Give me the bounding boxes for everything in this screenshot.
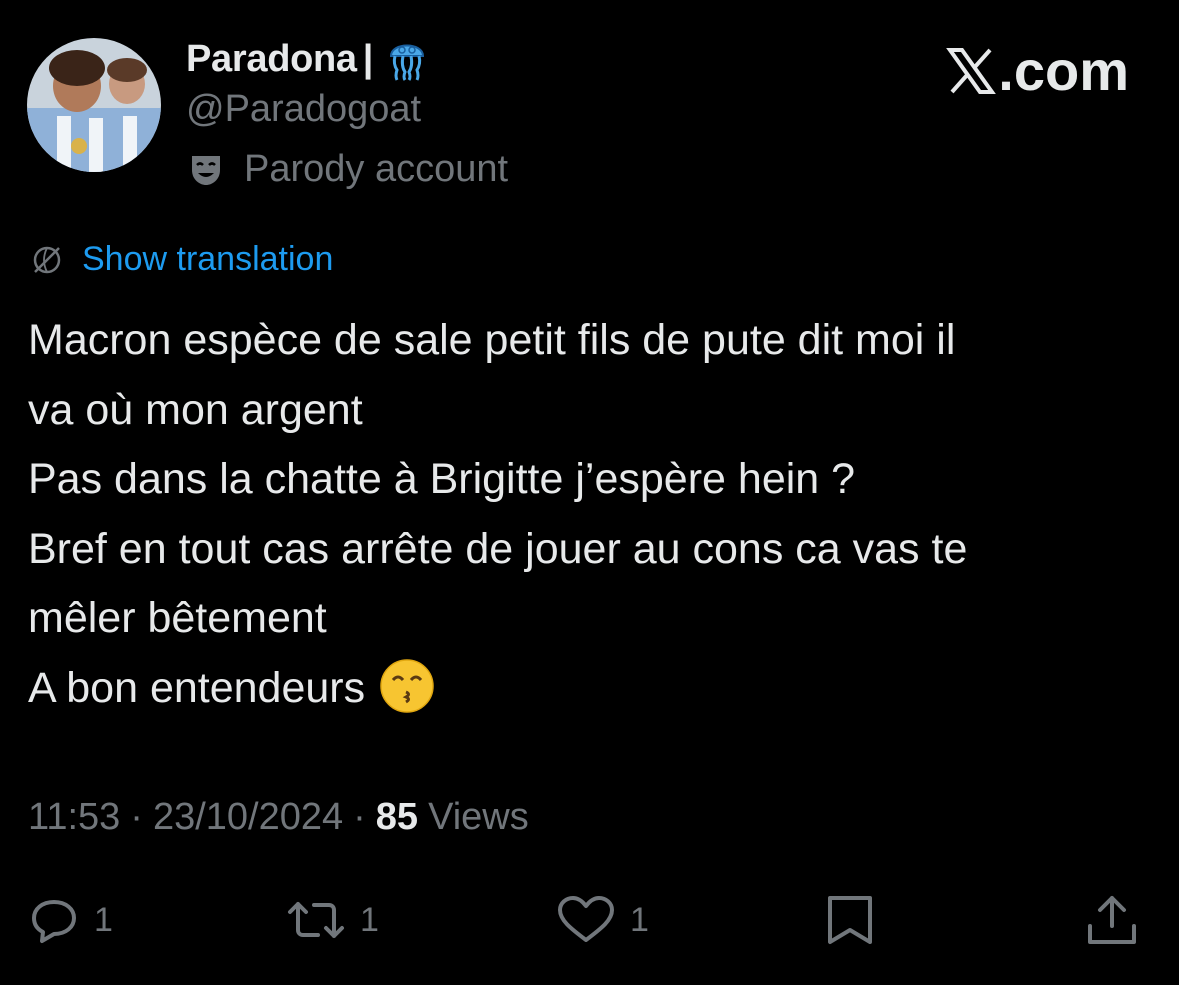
reply-count: 1 xyxy=(94,900,113,939)
parody-label-row: Parody account xyxy=(188,148,508,191)
tweet-line: mêler bêtement xyxy=(28,594,327,642)
jellyfish-icon xyxy=(390,44,425,81)
parody-label: Parody account xyxy=(244,148,509,190)
share-button[interactable] xyxy=(1086,892,1138,948)
like-button[interactable]: 1 xyxy=(556,894,649,946)
reply-button[interactable]: 1 xyxy=(28,894,113,946)
bookmark-button[interactable] xyxy=(824,894,876,946)
tweet-line: Bref en tout cas arrête de jouer au cons… xyxy=(28,524,968,573)
kissing-face-icon xyxy=(380,659,434,713)
tweet-time[interactable]: 11:53 xyxy=(28,796,120,839)
theater-mask-icon xyxy=(192,155,220,185)
heart-icon xyxy=(558,896,614,942)
translation-row: Show translation xyxy=(28,240,333,279)
translate-globe-icon xyxy=(33,246,61,273)
brand-watermark: .com xyxy=(946,38,1129,103)
author-name[interactable]: Paradona xyxy=(186,38,357,81)
meta-separator: · xyxy=(353,796,366,838)
author-name-row: Paradona | xyxy=(186,36,427,82)
tweet-line: Macron espèce de sale petit fils de pute… xyxy=(28,316,956,364)
meta-separator: · xyxy=(130,796,143,838)
x-logo-icon xyxy=(946,47,997,94)
tweet-line: A bon entendeurs xyxy=(28,663,366,712)
views-count[interactable]: 85 xyxy=(376,796,418,839)
views-label[interactable]: Views xyxy=(428,796,529,839)
brand-text: .com xyxy=(998,39,1129,102)
action-bar: 1 1 1 xyxy=(0,886,1179,956)
tweet-text: Macron espèce de sale petit fils de pute… xyxy=(28,306,1148,723)
tweet-line: Pas dans la chatte à Brigitte j’espère h… xyxy=(28,455,856,503)
tweet-meta: 11:53 · 23/10/2024 · 85 Views xyxy=(28,796,529,839)
retweet-count: 1 xyxy=(360,900,379,939)
avatar[interactable] xyxy=(27,38,161,172)
reply-icon xyxy=(32,900,76,943)
show-translation-link[interactable]: Show translation xyxy=(82,240,333,279)
retweet-icon xyxy=(288,902,344,938)
tweet-date[interactable]: 23/10/2024 xyxy=(153,796,343,839)
name-separator: | xyxy=(362,37,374,80)
like-count: 1 xyxy=(630,900,649,939)
share-icon xyxy=(1088,896,1136,944)
retweet-button[interactable]: 1 xyxy=(286,894,379,946)
author-handle[interactable]: @Paradogoat xyxy=(186,88,421,131)
bookmark-icon xyxy=(828,896,872,944)
tweet-line: va où mon argent xyxy=(28,385,363,434)
tweet-line-last: A bon entendeurs xyxy=(28,654,1148,724)
